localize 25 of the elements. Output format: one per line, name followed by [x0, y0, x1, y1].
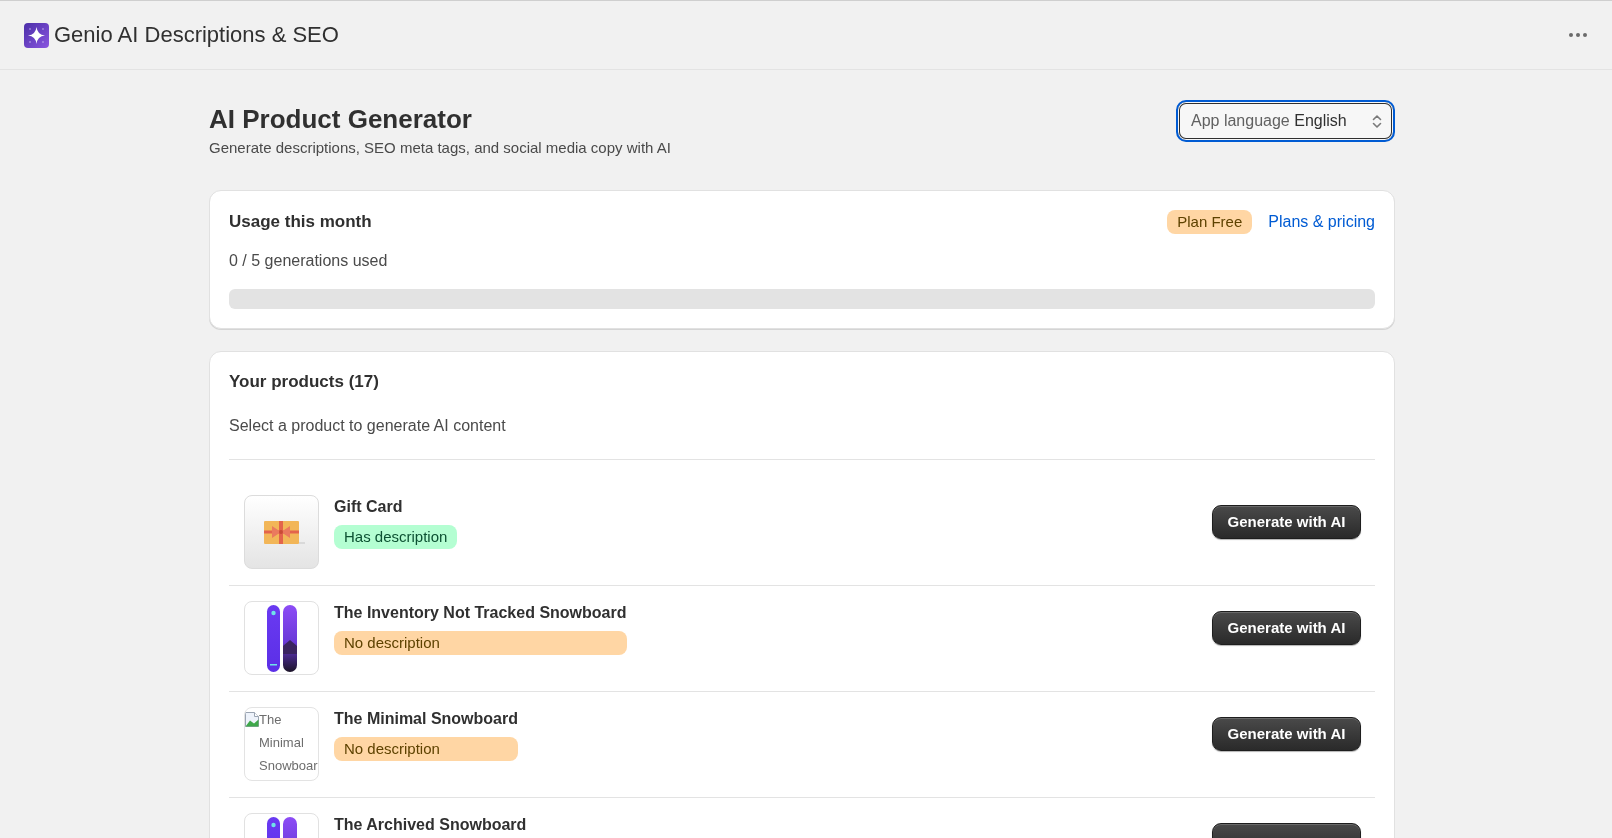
description-status-badge: Has description — [334, 525, 458, 549]
generate-button[interactable]: Generate with AI — [1212, 611, 1361, 645]
product-name: The Archived Snowboard — [334, 815, 527, 835]
ellipsis-icon — [1569, 33, 1587, 37]
products-subtitle: Select a product to generate AI content — [229, 416, 507, 436]
app-title: Genio AI Descriptions & SEO — [54, 21, 339, 49]
plan-badge: Plan Free — [1167, 210, 1253, 234]
products-title: Your products (17) — [229, 371, 380, 393]
image-alt-text: The Minimal Snowboar — [259, 711, 318, 775]
plans-pricing-link[interactable]: Plans & pricing — [1268, 211, 1375, 233]
product-name: Gift Card — [334, 497, 404, 517]
more-actions-button[interactable] — [1566, 30, 1590, 40]
generate-button[interactable]: Generate with AI — [1212, 717, 1361, 751]
product-name: The Minimal Snowboard — [334, 709, 518, 729]
product-name: The Inventory Not Tracked Snowboard — [334, 603, 627, 623]
usage-summary: 0 / 5 generations used — [229, 251, 389, 271]
page-title: AI Product Generator — [209, 103, 473, 135]
chevron-up-down-icon — [1372, 113, 1382, 129]
language-select[interactable]: App language English — [1176, 100, 1395, 142]
app-logo-icon — [24, 22, 49, 48]
usage-title: Usage this month — [229, 211, 372, 233]
page-subtitle: Generate descriptions, SEO meta tags, and social media copy with AI — [209, 138, 671, 158]
description-status-badge: No description — [334, 631, 627, 655]
description-status-badge: No description — [334, 737, 518, 761]
generate-button[interactable]: Generate with AI — [1212, 505, 1361, 539]
